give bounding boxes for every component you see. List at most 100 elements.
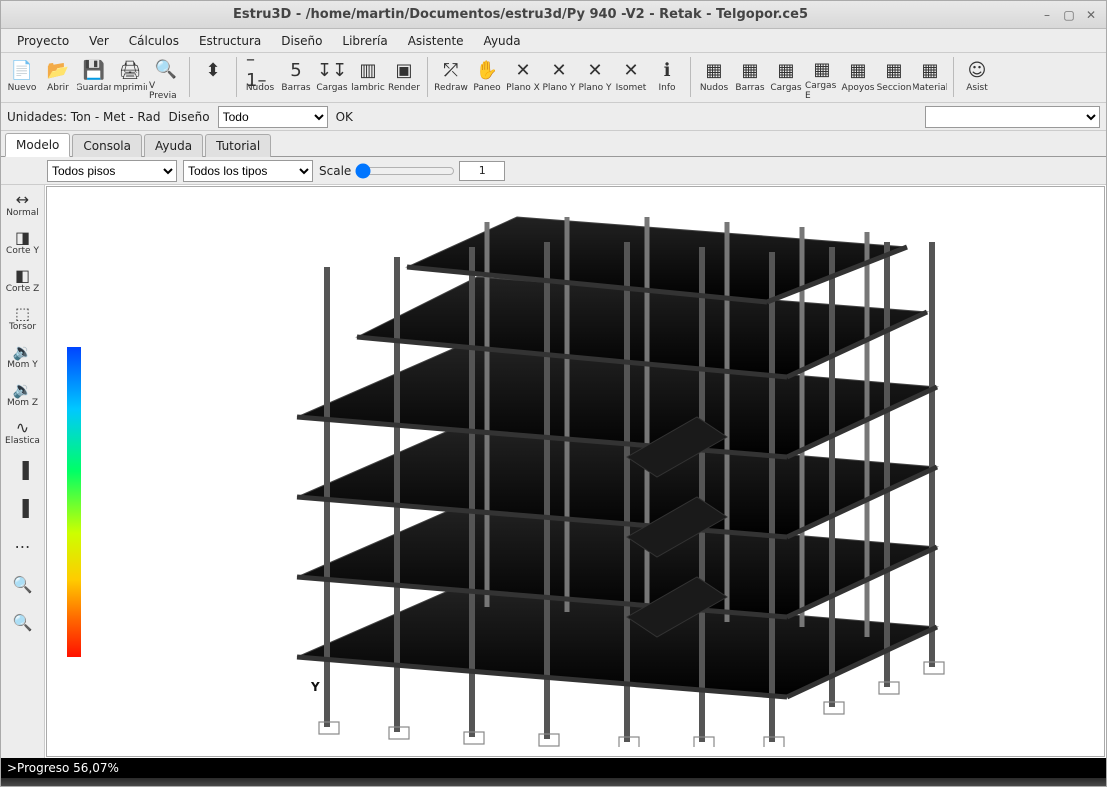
menu-ver[interactable]: Ver xyxy=(79,31,119,51)
left-cortey-button[interactable]: ◨Corte Y xyxy=(3,225,43,261)
toolbar-planoy-button[interactable]: ✕Plano Y xyxy=(542,55,576,101)
left-zoom-in-button[interactable]: 🔍 xyxy=(3,567,43,603)
left-elastica-button[interactable]: ∿Elastica xyxy=(3,415,43,451)
torsor-label: Torsor xyxy=(9,322,36,332)
menu-estructura[interactable]: Estructura xyxy=(189,31,271,51)
maximize-button[interactable]: ▢ xyxy=(1060,6,1078,24)
tab-ayuda[interactable]: Ayuda xyxy=(144,134,203,157)
tab-consola[interactable]: Consola xyxy=(72,134,142,157)
unidades-label: Unidades: Ton - Met - Rad xyxy=(7,110,160,124)
left-tool-b-button[interactable]: ▐ xyxy=(3,491,43,527)
toolbar-isomet-button[interactable]: ✕Isomet xyxy=(614,55,648,101)
toolbar-material-button[interactable]: ▦Material xyxy=(913,55,947,101)
nuevo-label: Nuevo xyxy=(8,83,37,93)
tab-row: Modelo Consola Ayuda Tutorial xyxy=(1,131,1106,157)
toolbar-planox-button[interactable]: ✕Plano X xyxy=(506,55,540,101)
titlebar: Estru3D - /home/martin/Documentos/estru3… xyxy=(1,1,1106,29)
minimize-button[interactable]: – xyxy=(1038,6,1056,24)
render-label: Render xyxy=(388,83,420,93)
toolbar-cargase-button[interactable]: ▦Cargas E xyxy=(805,55,839,101)
toolbar-abrir-button[interactable]: 📂Abrir xyxy=(41,55,75,101)
options-bar: Unidades: Ton - Met - Rad Diseño Todo OK xyxy=(1,103,1106,131)
momy-icon: 🔉 xyxy=(13,344,33,360)
cargas-icon: ↧↧ xyxy=(318,57,346,83)
menu-ayuda[interactable]: Ayuda xyxy=(474,31,531,51)
menu-libreria[interactable]: Librería xyxy=(332,31,397,51)
nudos2-label: Nudos xyxy=(700,83,728,93)
toolbar-render-button[interactable]: ▣Render xyxy=(387,55,421,101)
left-tool-c-button[interactable]: ⋯ xyxy=(3,529,43,565)
toolbar-nudos2-button[interactable]: ▦Nudos xyxy=(697,55,731,101)
toolbar-asist-button[interactable]: ☺Asist xyxy=(960,55,994,101)
left-torsor-button[interactable]: ⬚Torsor xyxy=(3,301,43,337)
tab-tutorial[interactable]: Tutorial xyxy=(205,134,271,157)
bottom-strip xyxy=(1,778,1106,786)
guardar-label: Guardar xyxy=(77,83,111,93)
toolbar-cargas-button[interactable]: ↧↧Cargas xyxy=(315,55,349,101)
planoy2-label: Plano Y xyxy=(578,83,611,93)
left-zoom-out-button[interactable]: 🔍 xyxy=(3,605,43,641)
toolbar-planoy2-button[interactable]: ✕Plano Y xyxy=(578,55,612,101)
left-cortez-button[interactable]: ◧Corte Z xyxy=(3,263,43,299)
alambrico-icon: ▥ xyxy=(354,57,382,83)
tipos-select[interactable]: Todos los tipos xyxy=(183,160,313,182)
info-icon: ℹ xyxy=(653,57,681,83)
ok-label: OK xyxy=(336,110,353,124)
toolbar-imprimir-button[interactable]: 🖨Imprimir xyxy=(113,55,147,101)
tab-modelo[interactable]: Modelo xyxy=(5,133,70,157)
nudos-label: Nudos xyxy=(246,83,274,93)
toolbar-redraw-button[interactable]: ⤱Redraw xyxy=(434,55,468,101)
planox-icon: ✕ xyxy=(509,57,537,83)
toolbar-apoyos-button[interactable]: ▦Apoyos xyxy=(841,55,875,101)
material-label: Material xyxy=(913,83,947,93)
guardar-icon: 💾 xyxy=(80,57,108,83)
planoy2-icon: ✕ xyxy=(581,57,609,83)
tool-b-icon: ▐ xyxy=(16,501,28,517)
redraw-icon: ⤱ xyxy=(437,57,465,83)
info-label: Info xyxy=(658,83,675,93)
cortez-icon: ◧ xyxy=(15,268,30,284)
toolbar-seccion-button[interactable]: ▦Seccion xyxy=(877,55,911,101)
left-momz-button[interactable]: 🔉Mom Z xyxy=(3,377,43,413)
status-text: >Progreso 56,07% xyxy=(7,761,119,775)
vprevia-label: V Previa xyxy=(149,81,183,101)
scale-slider[interactable] xyxy=(355,163,455,179)
toolbar-paneo-button[interactable]: ✋Paneo xyxy=(470,55,504,101)
barras2-label: Barras xyxy=(735,83,764,93)
imprimir-icon: 🖨 xyxy=(116,57,144,83)
redraw-label: Redraw xyxy=(434,83,468,93)
scale-label: Scale xyxy=(319,164,351,178)
nudos2-icon: ▦ xyxy=(700,57,728,83)
toolbar-nuevo-button[interactable]: 📄Nuevo xyxy=(5,55,39,101)
main-area: ↔Normal◨Corte Y◧Corte Z⬚Torsor🔉Mom Y🔉Mom… xyxy=(1,185,1106,758)
abrir-label: Abrir xyxy=(47,83,69,93)
left-momy-button[interactable]: 🔉Mom Y xyxy=(3,339,43,375)
left-tool-a-button[interactable]: ▐ xyxy=(3,453,43,489)
barras2-icon: ▦ xyxy=(736,57,764,83)
menu-diseno[interactable]: Diseño xyxy=(271,31,332,51)
pisos-select[interactable]: Todos pisos xyxy=(47,160,177,182)
toolbar-cargas2-button[interactable]: ▦Cargas xyxy=(769,55,803,101)
render-icon: ▣ xyxy=(390,57,418,83)
right-select[interactable] xyxy=(925,106,1100,128)
toolbar-info-button[interactable]: ℹInfo xyxy=(650,55,684,101)
toolbar-barras2-button[interactable]: ▦Barras xyxy=(733,55,767,101)
toolbar-barras-button[interactable]: 5Barras xyxy=(279,55,313,101)
scale-value[interactable]: 1 xyxy=(459,161,505,181)
menu-calculos[interactable]: Cálculos xyxy=(119,31,189,51)
menu-asistente[interactable]: Asistente xyxy=(398,31,474,51)
toolbar-guardar-button[interactable]: 💾Guardar xyxy=(77,55,111,101)
menu-proyecto[interactable]: Proyecto xyxy=(7,31,79,51)
abrir-icon: 📂 xyxy=(44,57,72,83)
toolbar-t-1-button[interactable]: ⬍ xyxy=(196,55,230,101)
diseno-select[interactable]: Todo xyxy=(218,106,328,128)
close-button[interactable]: ✕ xyxy=(1082,6,1100,24)
toolbar: 📄Nuevo📂Abrir💾Guardar🖨Imprimir🔍V Previa⬍–… xyxy=(1,53,1106,103)
toolbar-vprevia-button[interactable]: 🔍V Previa xyxy=(149,55,183,101)
cortey-icon: ◨ xyxy=(15,230,30,246)
toolbar-nudos-button[interactable]: –1–Nudos xyxy=(243,55,277,101)
viewport-3d[interactable]: Y xyxy=(46,186,1105,757)
toolbar-alambrico-button[interactable]: ▥lambric xyxy=(351,55,385,101)
torsor-icon: ⬚ xyxy=(15,306,30,322)
left-normal-button[interactable]: ↔Normal xyxy=(3,187,43,223)
